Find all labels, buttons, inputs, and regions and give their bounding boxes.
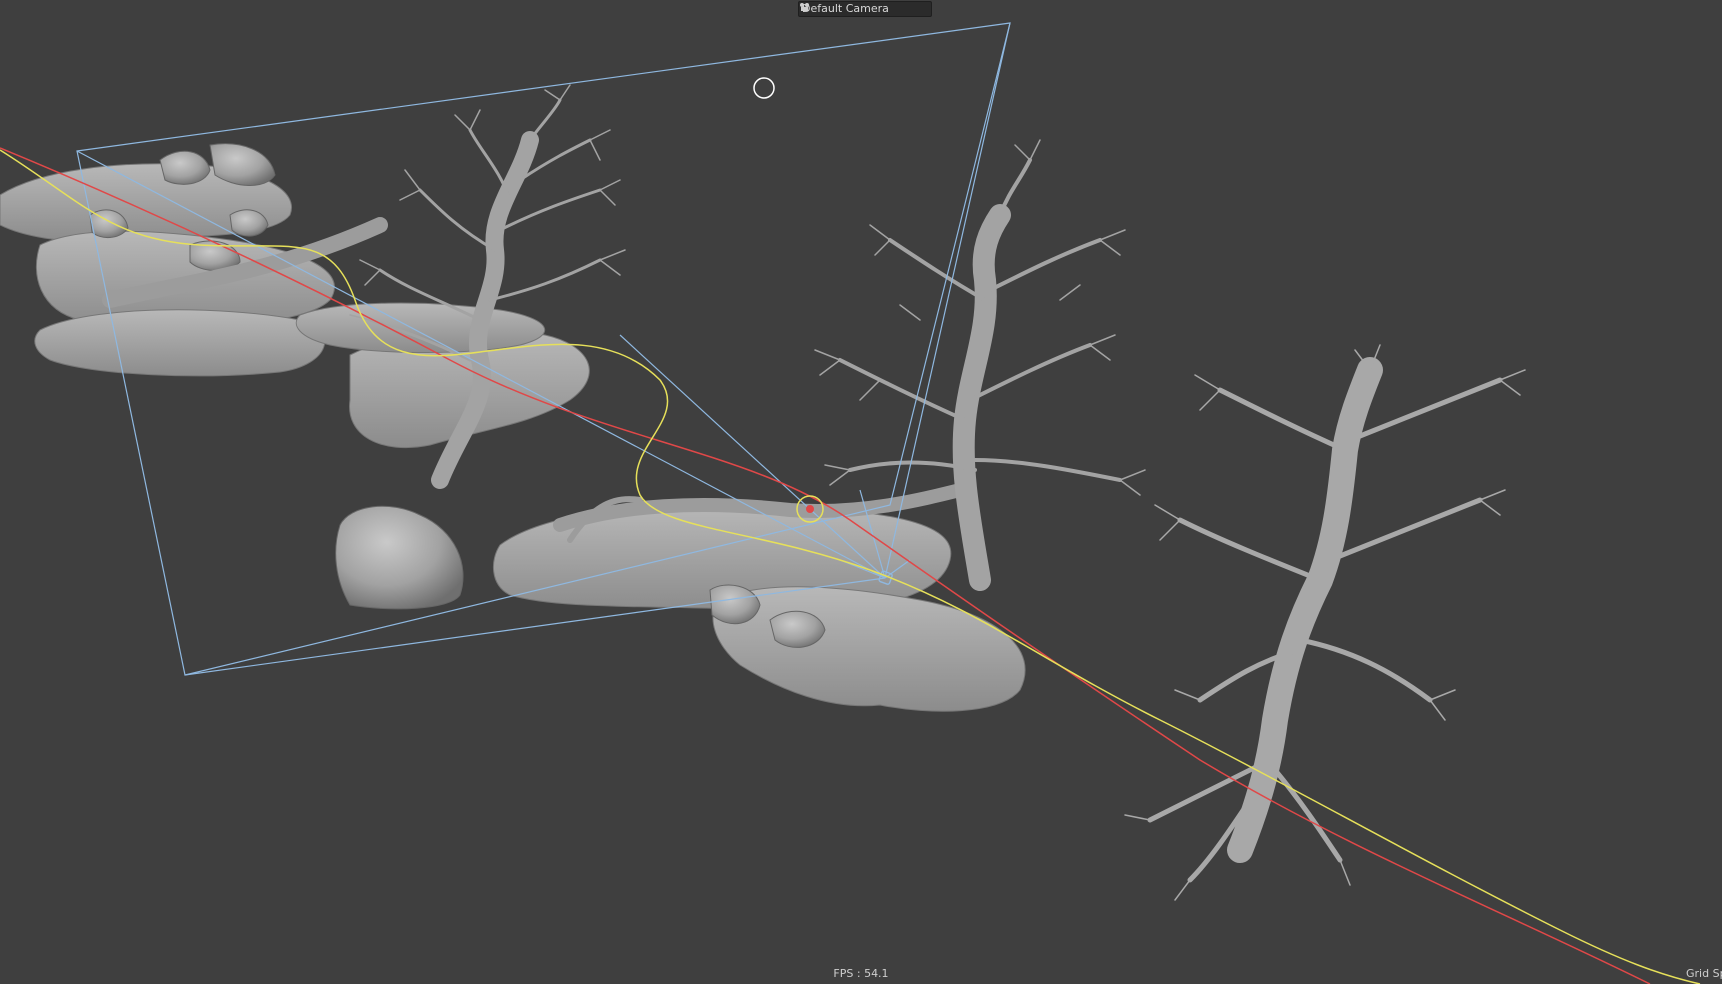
fps-readout: FPS : 54.1	[833, 967, 889, 980]
tree-right	[1124, 344, 1526, 901]
3d-viewport[interactable]: Default Camera FPS : 54.1 Grid Sp	[0, 0, 1722, 984]
viewport-cursor-circle	[753, 77, 775, 99]
camera-selector-dropdown[interactable]: Default Camera	[798, 1, 932, 17]
camera-selector-label: Default Camera	[802, 2, 889, 15]
grid-spacing-label: Grid Sp	[1686, 967, 1722, 980]
camera-icon[interactable]	[800, 3, 928, 15]
scene-canvas	[0, 22, 1701, 984]
